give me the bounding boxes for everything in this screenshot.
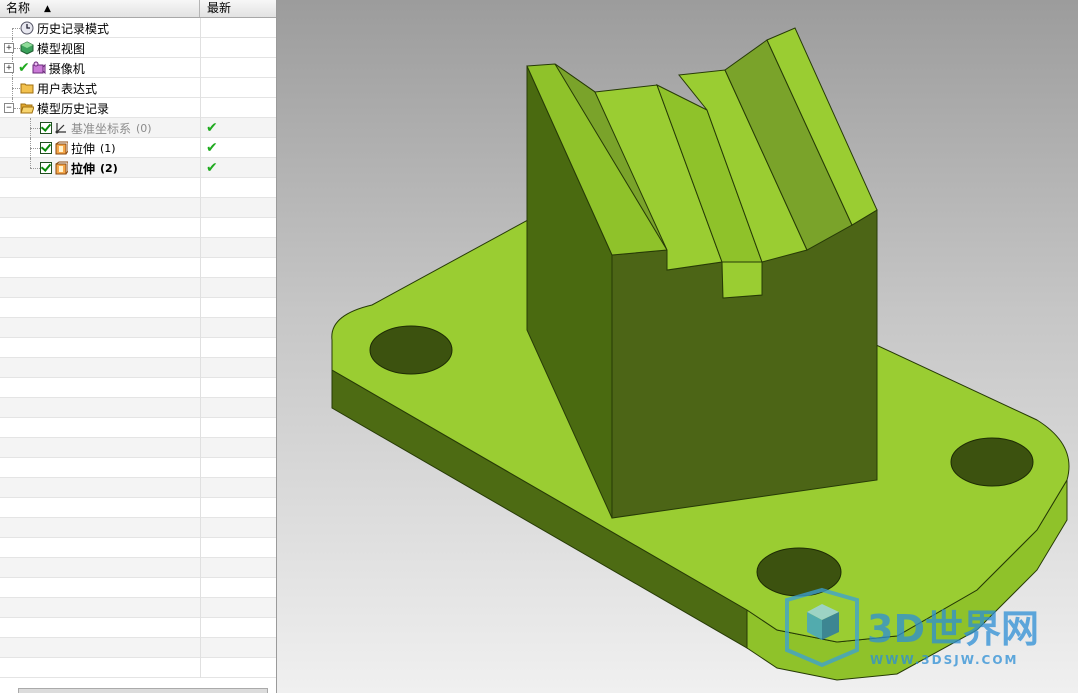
empty-row bbox=[0, 658, 276, 678]
up-to-date-check-icon: ✔ bbox=[206, 160, 218, 176]
tree-connector bbox=[12, 28, 13, 38]
open-folder-icon bbox=[20, 101, 35, 115]
empty-row bbox=[0, 198, 276, 218]
tree-node-label: 历史记录模式 bbox=[37, 21, 110, 36]
expand-plus-icon[interactable]: + bbox=[4, 43, 14, 53]
empty-row bbox=[0, 498, 276, 518]
tree-row-user-expressions[interactable]: 用户表达式 bbox=[0, 78, 276, 98]
collapse-minus-icon[interactable]: − bbox=[4, 103, 14, 113]
mounting-hole[interactable] bbox=[756, 547, 842, 597]
expand-plus-icon[interactable]: + bbox=[4, 63, 14, 73]
mounting-hole[interactable] bbox=[369, 325, 453, 375]
tree-row-model-views[interactable]: + 模型视图 bbox=[0, 38, 276, 58]
empty-row bbox=[0, 358, 276, 378]
empty-row bbox=[0, 458, 276, 478]
extrude-icon bbox=[54, 161, 69, 175]
feature-index: (0) bbox=[136, 121, 152, 135]
column-header-name[interactable]: 名称 ▲ bbox=[0, 0, 200, 17]
navigator-header: 名称 ▲ 最新 bbox=[0, 0, 276, 18]
empty-row bbox=[0, 518, 276, 538]
empty-row bbox=[0, 418, 276, 438]
model-canvas[interactable]: 3D世界网 WWW.3DSJW.COM bbox=[277, 0, 1078, 693]
mounting-hole[interactable] bbox=[950, 437, 1034, 487]
empty-row bbox=[0, 338, 276, 358]
tree-connector bbox=[30, 128, 40, 129]
empty-row bbox=[0, 558, 276, 578]
visibility-checkbox[interactable] bbox=[40, 142, 52, 154]
empty-row bbox=[0, 318, 276, 338]
empty-row bbox=[0, 478, 276, 498]
part-navigator: 名称 ▲ 最新 历史记录模式 + 模型视图 + ✔ 摄像机 用户表达式 − 模型… bbox=[0, 0, 277, 693]
column-header-latest[interactable]: 最新 bbox=[201, 0, 276, 17]
tree-row-datum-csys[interactable]: 基准坐标系 (0) ✔ bbox=[0, 118, 276, 138]
tree-connector bbox=[30, 158, 31, 168]
empty-row bbox=[0, 538, 276, 558]
visibility-checkbox[interactable] bbox=[40, 122, 52, 134]
graphics-viewport[interactable]: 3D世界网 WWW.3DSJW.COM bbox=[277, 0, 1078, 693]
tree-node-label: 模型视图 bbox=[37, 41, 86, 56]
model-views-icon bbox=[20, 41, 34, 55]
tree-row-camera[interactable]: + ✔ 摄像机 bbox=[0, 58, 276, 78]
navigator-tree: 历史记录模式 + 模型视图 + ✔ 摄像机 用户表达式 − 模型历史记录 基准坐… bbox=[0, 18, 276, 178]
empty-row bbox=[0, 178, 276, 198]
empty-row bbox=[0, 578, 276, 598]
tree-connector bbox=[12, 88, 20, 89]
horizontal-scrollbar[interactable] bbox=[18, 688, 268, 693]
tree-row-model-history[interactable]: − 模型历史记录 bbox=[0, 98, 276, 118]
tree-node-label: 摄像机 bbox=[48, 61, 85, 76]
empty-row bbox=[0, 638, 276, 658]
feature-index: (2) bbox=[100, 161, 118, 175]
column-name-label: 名称 bbox=[6, 1, 31, 15]
active-check-icon: ✔ bbox=[18, 60, 30, 76]
empty-row bbox=[0, 378, 276, 398]
up-to-date-check-icon: ✔ bbox=[206, 140, 218, 156]
feature-index: (1) bbox=[100, 141, 116, 155]
tree-node-label: 模型历史记录 bbox=[37, 101, 110, 116]
empty-row bbox=[0, 298, 276, 318]
camera-icon bbox=[32, 61, 46, 75]
up-to-date-check-icon: ✔ bbox=[206, 120, 218, 136]
datum-csys-icon bbox=[54, 121, 68, 135]
tree-row-extrude-2[interactable]: 拉伸 (2) ✔ bbox=[0, 158, 276, 178]
empty-rows bbox=[0, 178, 276, 678]
tree-connector bbox=[30, 148, 40, 149]
empty-row bbox=[0, 218, 276, 238]
watermark-brand: 3D世界网 bbox=[867, 607, 1039, 651]
empty-row bbox=[0, 438, 276, 458]
sort-ascending-icon: ▲ bbox=[44, 4, 51, 14]
tree-connector bbox=[12, 28, 20, 29]
tree-node-label: 拉伸 bbox=[71, 161, 96, 176]
empty-row bbox=[0, 398, 276, 418]
tree-connector bbox=[30, 168, 40, 169]
watermark-url: WWW.3DSJW.COM bbox=[870, 653, 1018, 667]
column-latest-label: 最新 bbox=[207, 1, 232, 15]
visibility-checkbox[interactable] bbox=[40, 162, 52, 174]
empty-row bbox=[0, 278, 276, 298]
empty-row bbox=[0, 238, 276, 258]
tree-node-label: 用户表达式 bbox=[37, 81, 98, 96]
folder-icon bbox=[20, 81, 34, 95]
tree-node-label: 拉伸 bbox=[71, 141, 96, 156]
center-slot-bottom[interactable] bbox=[721, 261, 763, 299]
empty-row bbox=[0, 598, 276, 618]
extrude-icon bbox=[54, 141, 69, 155]
empty-row bbox=[0, 258, 276, 278]
clock-icon bbox=[20, 21, 34, 35]
tree-node-label: 基准坐标系 bbox=[71, 121, 132, 136]
tree-row-extrude-1[interactable]: 拉伸 (1) ✔ bbox=[0, 138, 276, 158]
tree-row-history-mode[interactable]: 历史记录模式 bbox=[0, 18, 276, 38]
empty-row bbox=[0, 618, 276, 638]
